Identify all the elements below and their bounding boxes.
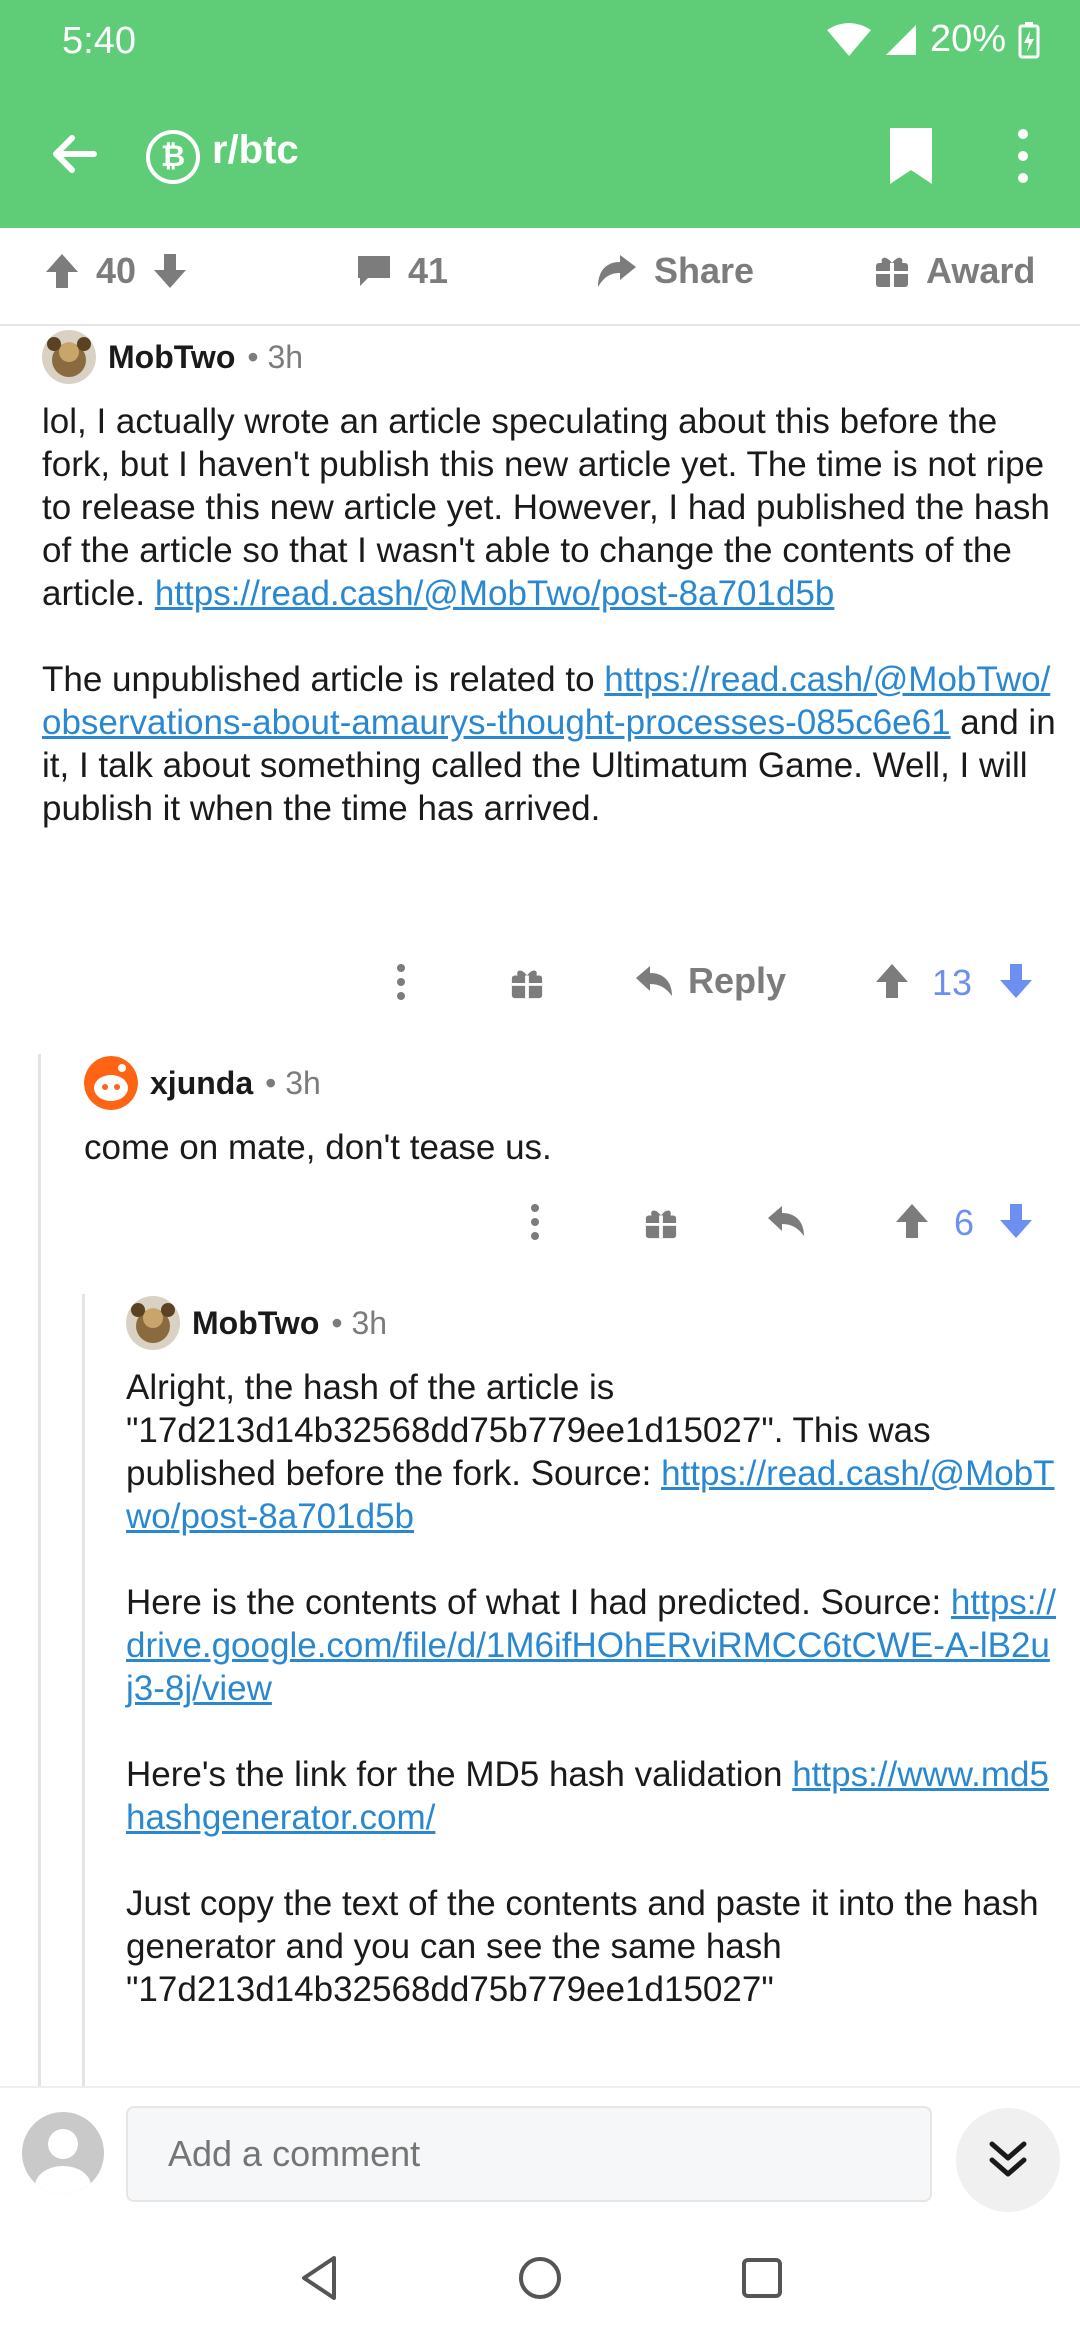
comment-3-header: MobTwo • 3h [126, 1296, 1056, 1350]
upvote-arrow-icon[interactable] [874, 962, 910, 1000]
user-placeholder-icon [35, 2129, 91, 2194]
post-action-row: 40 41 Share Award [0, 228, 1080, 326]
add-comment-input[interactable] [126, 2106, 932, 2202]
thread-indent-line[interactable] [82, 1294, 85, 2086]
comment-paragraph: Here's the link for the MD5 hash validat… [126, 1753, 1056, 1839]
post-comments-button[interactable]: 41 [356, 250, 448, 292]
downvote-arrow-icon[interactable] [998, 1202, 1034, 1240]
upvote-arrow-icon[interactable] [44, 252, 80, 290]
comment-1-header: MobTwo • 3h [42, 330, 1058, 384]
comment-2: xjunda • 3h come on mate, don't tease us… [84, 1056, 1054, 1169]
downvote-arrow-icon[interactable] [998, 962, 1034, 1000]
share-label: Share [654, 250, 755, 291]
comment-vote-count: 13 [932, 962, 973, 1003]
comment-body: come on mate, don't tease us. [84, 1126, 1054, 1169]
article-link[interactable]: https://read.cash/@MobTwo/post-8a701d5b [155, 574, 835, 613]
share-arrow-icon [598, 255, 636, 287]
comment-paragraph: Alright, the hash of the article is "17d… [126, 1366, 1056, 1538]
comment-vote-count: 6 [954, 1202, 975, 1243]
share-button[interactable]: Share [596, 250, 754, 292]
reply-arrow-icon [636, 966, 672, 996]
status-time: 5:40 [62, 20, 136, 62]
back-arrow-icon[interactable] [44, 124, 104, 184]
bitcoin-glyph: ₿ [160, 140, 186, 173]
battery-charging-icon [1018, 21, 1040, 58]
author-name[interactable]: MobTwo [108, 339, 235, 376]
reply-arrow-icon[interactable] [766, 1204, 806, 1238]
battery-percent: 20% [929, 18, 1006, 60]
app-bar: 5:40 20% ₿ r/btc [0, 0, 1080, 228]
avatar[interactable] [42, 330, 96, 384]
user-avatar-icon [126, 1296, 180, 1350]
more-vertical-icon[interactable] [520, 1200, 550, 1244]
comment-body: lol, I actually wrote an article specula… [42, 400, 1058, 830]
author-name[interactable]: MobTwo [192, 1305, 319, 1342]
avatar[interactable] [126, 1296, 180, 1350]
wifi-icon [826, 22, 871, 56]
reply-label: Reply [688, 960, 787, 1001]
comment-2-header: xjunda • 3h [84, 1056, 1054, 1110]
comment-paragraph: come on mate, don't tease us. [84, 1128, 552, 1167]
comment-paragraph: lol, I actually wrote an article specula… [42, 400, 1058, 615]
post-vote-count: 40 [96, 250, 137, 291]
nav-back-icon[interactable] [294, 2252, 346, 2304]
gift-icon[interactable] [644, 1206, 678, 1240]
reply-button[interactable]: Reply [634, 960, 786, 1002]
upvote-arrow-icon[interactable] [894, 1202, 930, 1240]
avatar[interactable] [84, 1056, 138, 1110]
toolbar: ₿ r/btc [0, 112, 1080, 196]
comment-timestamp: • 3h [265, 1064, 321, 1101]
snoo-avatar-icon [84, 1056, 138, 1110]
award-label: Award [926, 250, 1036, 291]
comment-bar [0, 2086, 1080, 2216]
text: Here is the contents of what I had predi… [126, 1583, 951, 1622]
status-icons: 20% [826, 18, 1040, 61]
comment-paragraph: The unpublished article is related to ht… [42, 658, 1058, 830]
comment-1: MobTwo • 3h lol, I actually wrote an art… [42, 330, 1058, 830]
user-avatar-icon [42, 330, 96, 384]
comment-body: Alright, the hash of the article is "17d… [126, 1366, 1056, 2011]
author-name[interactable]: xjunda [150, 1065, 253, 1102]
subreddit-name[interactable]: r/btc [212, 128, 299, 173]
downvote-arrow-icon[interactable] [152, 252, 188, 290]
signal-icon [885, 24, 916, 55]
award-button[interactable]: Award [874, 250, 1035, 292]
text: Here's the link for the MD5 hash validat… [126, 1755, 793, 1794]
nav-recents-icon[interactable] [736, 2252, 788, 2304]
next-comment-button[interactable] [956, 2108, 1060, 2212]
status-bar: 5:40 20% [62, 18, 1040, 66]
comment-timestamp: • 3h [247, 338, 304, 375]
gift-icon[interactable] [510, 966, 544, 1000]
post-vote-group: 40 [44, 250, 188, 292]
gift-icon [876, 257, 908, 287]
thread-indent-line[interactable] [38, 1054, 41, 2086]
post-comment-count: 41 [408, 250, 449, 291]
subreddit-icon[interactable]: ₿ [146, 130, 200, 184]
comment-paragraph: Just copy the text of the contents and p… [126, 1884, 1039, 2009]
comment-bubble-icon [358, 256, 390, 286]
comment-paragraph: Here is the contents of what I had predi… [126, 1581, 1056, 1710]
bookmark-icon[interactable] [886, 126, 936, 186]
double-chevron-down-icon [989, 2141, 1027, 2177]
comment-3: MobTwo • 3h Alright, the hash of the art… [126, 1296, 1056, 2011]
comment-timestamp: • 3h [331, 1304, 388, 1341]
nav-home-icon[interactable] [514, 2252, 566, 2304]
text: The unpublished article is related to [42, 660, 605, 699]
more-vertical-icon[interactable] [386, 960, 416, 1004]
current-user-avatar[interactable] [22, 2112, 104, 2194]
system-nav-bar [0, 2216, 1080, 2340]
more-vertical-icon[interactable] [1008, 126, 1038, 186]
